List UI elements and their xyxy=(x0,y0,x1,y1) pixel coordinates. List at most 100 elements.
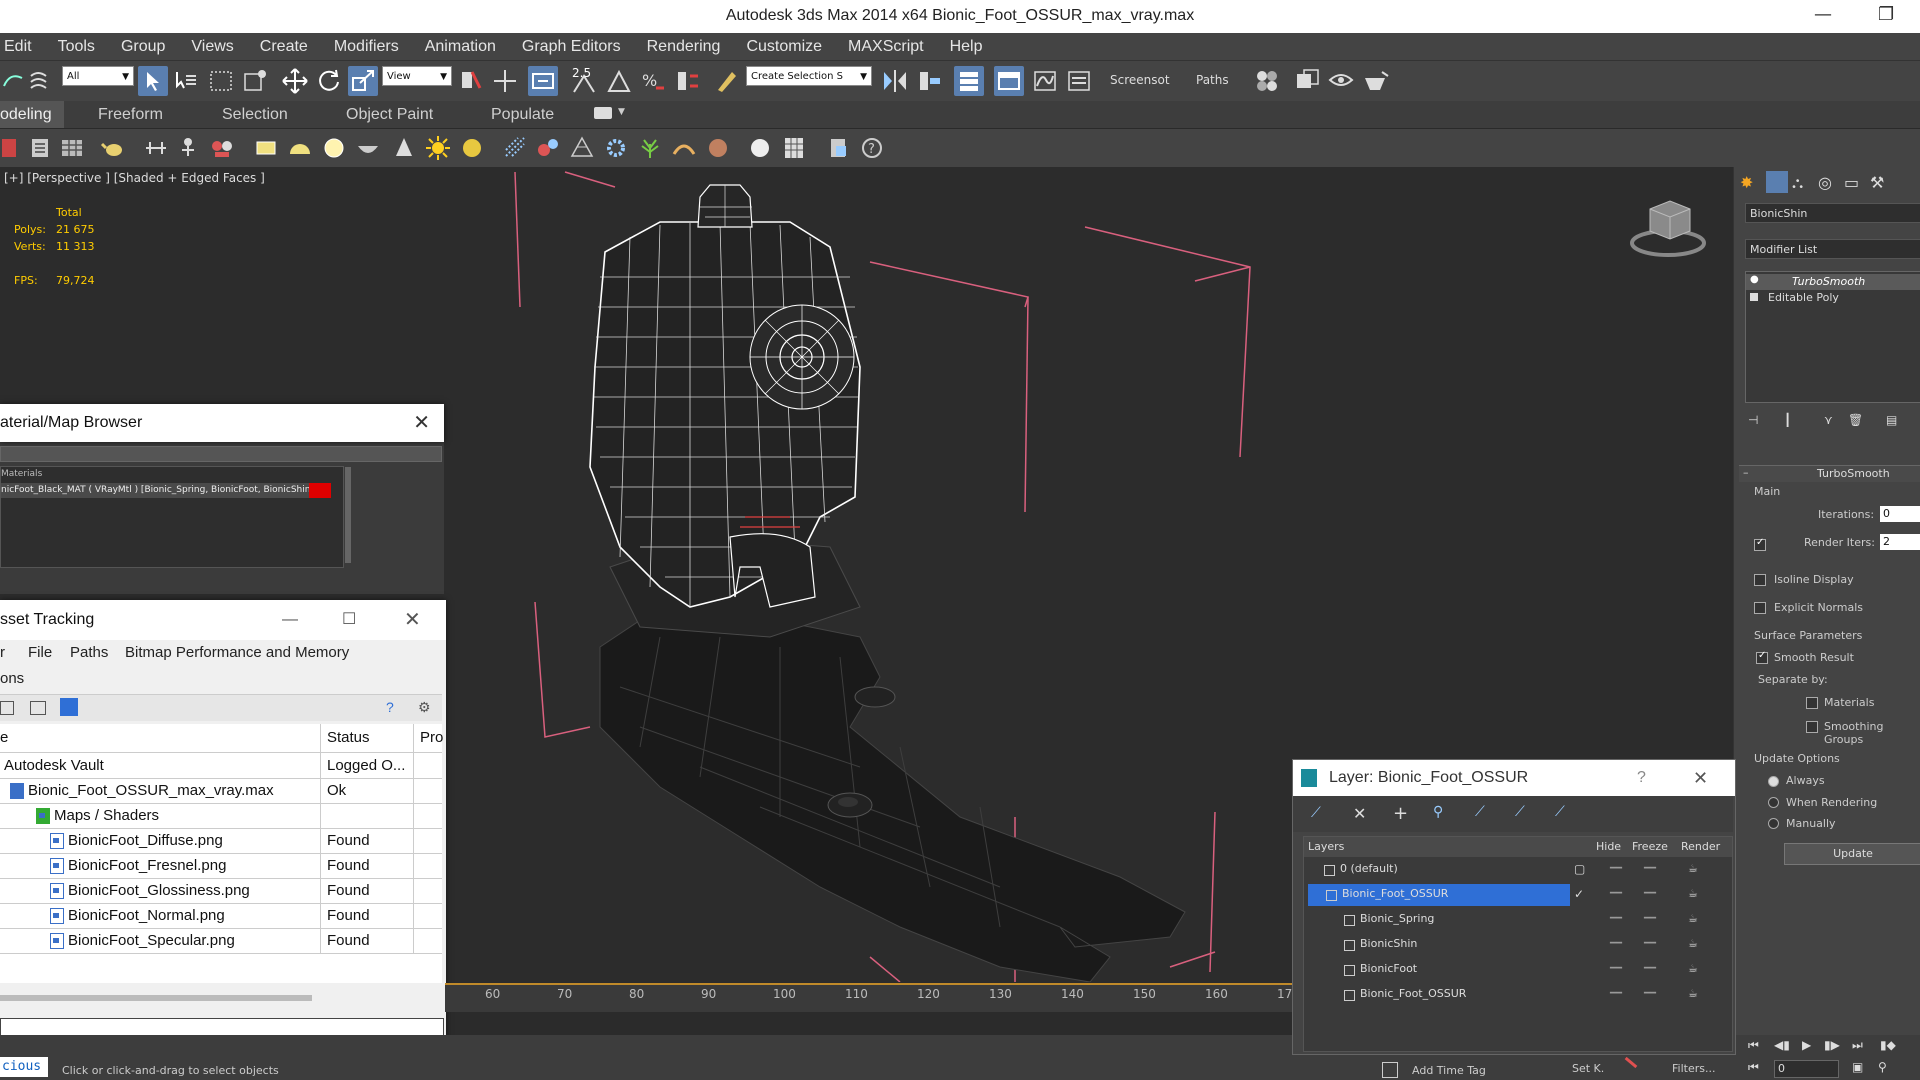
asset-tracking-titlebar[interactable]: sset Tracking — ☐ ✕ xyxy=(0,600,446,640)
ribbon-options-icon[interactable] xyxy=(594,107,612,119)
align-icon[interactable] xyxy=(914,66,944,96)
object-name-field[interactable]: BionicShin xyxy=(1745,203,1920,223)
cone-icon[interactable] xyxy=(390,134,418,162)
tab-object-paint[interactable]: Object Paint xyxy=(346,106,433,124)
menu-item-modifiers[interactable]: Modifiers xyxy=(334,33,399,56)
sphere-light-icon[interactable] xyxy=(320,134,348,162)
help-icon[interactable]: ? xyxy=(858,134,886,162)
add-to-layer-icon[interactable]: + xyxy=(1393,803,1408,824)
table-row[interactable]: BionicFoot_Fresnel.png Found xyxy=(0,853,442,879)
menu-item-group[interactable]: Group xyxy=(121,33,165,56)
motion-tab-icon[interactable]: ◎ xyxy=(1818,173,1832,192)
set-key-button[interactable]: Set K. xyxy=(1572,1062,1604,1075)
hide-toggle[interactable]: ━━ xyxy=(1610,932,1622,956)
table-row[interactable]: Autodesk Vault Logged O... xyxy=(0,753,442,779)
isoline-display-checkbox[interactable] xyxy=(1754,574,1766,586)
menu-item-graph-editors[interactable]: Graph Editors xyxy=(522,33,621,56)
box-primitive-icon[interactable] xyxy=(252,134,280,162)
time-tag-icon[interactable] xyxy=(1382,1062,1398,1078)
current-layer-icon[interactable]: ▢ xyxy=(1574,857,1585,881)
hide-toggle[interactable]: ━━ xyxy=(1610,907,1622,931)
smoothing-groups-checkbox[interactable] xyxy=(1806,721,1818,733)
explicit-normals-checkbox[interactable] xyxy=(1754,602,1766,614)
go-to-start-icon[interactable]: ⏮ xyxy=(1748,1038,1759,1053)
selection-filter-dropdown[interactable]: All ▼ xyxy=(62,66,134,86)
settings-icon[interactable]: ⚙ xyxy=(418,699,431,716)
hide-toggle[interactable]: ━━ xyxy=(1610,882,1622,906)
shell-icon[interactable] xyxy=(704,134,732,162)
rendered-frame-icon[interactable] xyxy=(1326,66,1356,96)
list-view-icon[interactable] xyxy=(0,701,14,715)
tab-freeform[interactable]: Freeform xyxy=(98,106,163,124)
modifier-list-dropdown[interactable]: Modifier List xyxy=(1745,239,1920,259)
render-production-icon[interactable] xyxy=(1360,66,1390,96)
table-row[interactable]: BionicFoot_Specular.png Found xyxy=(0,928,442,954)
timeline[interactable]: 60 70 80 90 100 110 120 130 140 150 160 170 xyxy=(445,983,1300,1012)
link-icon[interactable] xyxy=(26,66,56,96)
menu-item-maxscript[interactable]: MAXScript xyxy=(848,33,924,56)
key-mode-icon[interactable]: ▮◆ xyxy=(1880,1038,1896,1052)
key-filter-icon[interactable] xyxy=(1624,1056,1638,1069)
menu-item-views[interactable]: Views xyxy=(191,33,233,56)
hide-toggle[interactable]: ━━ xyxy=(1610,957,1622,981)
menu-item-help[interactable]: Help xyxy=(950,33,983,56)
stack-item-editable-poly[interactable]: Editable Poly xyxy=(1746,290,1920,306)
render-teapot-icon[interactable]: ☕︎ xyxy=(1688,882,1698,906)
previous-frame-icon[interactable]: ◀▮ xyxy=(1774,1038,1790,1052)
select-objects-icon[interactable]: ⚲ xyxy=(1433,804,1443,820)
clipboard-icon[interactable] xyxy=(824,134,852,162)
layer-row[interactable]: BionicShin ━━ ━━ ☕︎ xyxy=(1304,932,1732,956)
always-radio[interactable] xyxy=(1768,776,1779,787)
ribbon-toggle-icon[interactable] xyxy=(994,66,1024,96)
schematic-view-icon[interactable] xyxy=(1064,66,1094,96)
menu-options[interactable]: ons xyxy=(0,670,24,687)
freeze-toggle[interactable]: ━━ xyxy=(1644,932,1656,956)
update-button[interactable]: Update xyxy=(1784,843,1920,865)
table-icon[interactable] xyxy=(58,134,86,162)
scene-explorer-icon[interactable] xyxy=(0,134,28,162)
menu-item-animation[interactable]: Animation xyxy=(425,33,496,56)
character-icon[interactable] xyxy=(208,134,236,162)
particles-icon[interactable] xyxy=(502,134,530,162)
stack-item-turbosmooth[interactable]: ● TurboSmooth xyxy=(1746,274,1920,290)
freeze-toggle[interactable]: ━━ xyxy=(1644,957,1656,981)
menu-item-tools[interactable]: Tools xyxy=(58,33,95,56)
modify-tab-icon[interactable] xyxy=(1766,171,1788,193)
maximize-button[interactable]: ❐ xyxy=(1878,4,1894,25)
menu-item-customize[interactable]: Customize xyxy=(746,33,822,56)
tab-modeling[interactable]: odeling xyxy=(0,101,64,128)
freeze-toggle[interactable]: ━━ xyxy=(1644,882,1656,906)
ribbon-dropdown-icon[interactable]: ▼ xyxy=(618,107,625,117)
configure-sets-icon[interactable]: ▤ xyxy=(1886,413,1897,427)
curve-editor-icon[interactable] xyxy=(1030,66,1060,96)
snap-toggle-icon[interactable]: 2.5 xyxy=(570,66,600,96)
reference-coordinate-dropdown[interactable]: View ▼ xyxy=(382,66,452,86)
close-icon[interactable]: ✕ xyxy=(1693,760,1708,796)
menu-item-edit[interactable]: Edit xyxy=(4,33,32,56)
checker-map-icon[interactable] xyxy=(780,134,808,162)
table-row[interactable]: BionicFoot_Normal.png Found xyxy=(0,903,442,929)
next-frame-icon[interactable]: ▮▶ xyxy=(1824,1038,1840,1052)
key-mode-toggle-icon[interactable]: ⏮ xyxy=(1748,1060,1759,1075)
menu-paths[interactable]: Paths xyxy=(70,644,108,661)
grid-helper-icon[interactable] xyxy=(568,134,596,162)
table-view-icon[interactable] xyxy=(60,698,78,716)
asset-table-scrollbar[interactable] xyxy=(0,995,312,1001)
select-manipulate-icon[interactable] xyxy=(490,66,520,96)
freeze-toggle[interactable]: ━━ xyxy=(1644,907,1656,931)
tab-populate[interactable]: Populate xyxy=(491,106,554,124)
rect-selection-icon[interactable] xyxy=(206,66,236,96)
minimize-button[interactable]: — xyxy=(1814,4,1832,25)
layer-row[interactable]: 0 (default) ▢ ━━ ━━ ☕︎ xyxy=(1304,857,1732,881)
table-row[interactable]: BionicFoot_Diffuse.png Found xyxy=(0,828,442,854)
keyboard-shortcut-icon[interactable] xyxy=(528,66,558,96)
go-to-end-icon[interactable]: ⏭ xyxy=(1852,1038,1863,1053)
play-icon[interactable]: ▶ xyxy=(1802,1038,1811,1052)
render-sphere-icon[interactable] xyxy=(746,134,774,162)
menu-bitmap-performance[interactable]: Bitmap Performance and Memory xyxy=(125,644,349,661)
mirror-icon[interactable] xyxy=(880,66,910,96)
render-iters-checkbox[interactable]: ✓ xyxy=(1754,537,1766,551)
remove-modifier-icon[interactable]: 🗑︎ xyxy=(1848,413,1863,427)
new-layer-icon[interactable]: ⟋ xyxy=(1311,805,1321,821)
header-name[interactable]: e xyxy=(0,724,8,752)
